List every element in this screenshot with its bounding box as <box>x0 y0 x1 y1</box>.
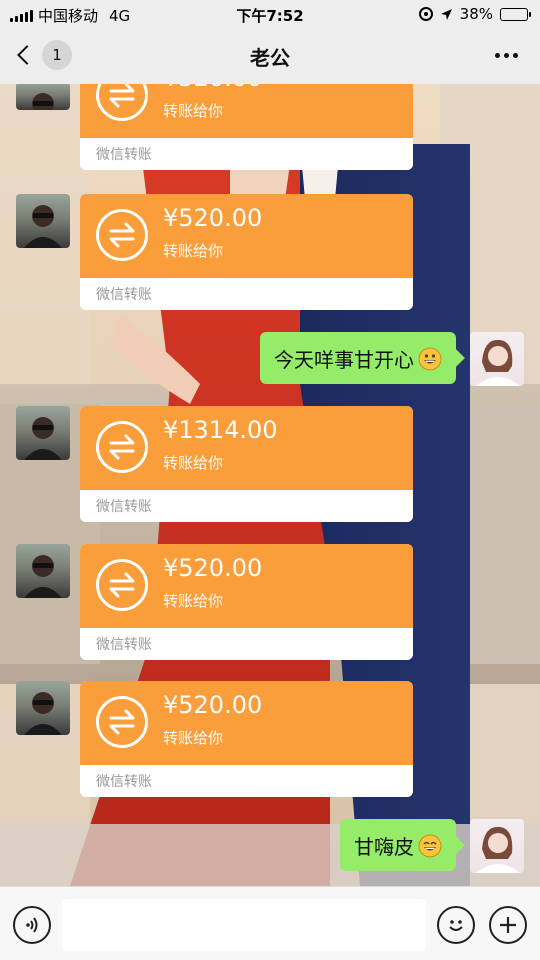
transfer-amount: ¥520.00 <box>163 84 262 92</box>
transfer-card[interactable]: ¥520.00 转账给你 微信转账 <box>80 194 413 310</box>
transfer-icon <box>96 84 148 121</box>
more-functions-button[interactable] <box>489 906 527 944</box>
transfer-description: 转账给你 <box>163 592 224 610</box>
transfer-icon <box>96 421 148 473</box>
person-icon <box>24 555 62 598</box>
transfer-description: 转账给你 <box>163 102 224 120</box>
grinning-face-icon <box>418 347 442 371</box>
battery-percent: 38% <box>459 5 493 23</box>
transfer-card-top: ¥520.00 转账给你 <box>80 681 413 765</box>
transfer-card-bottom: 微信转账 <box>80 490 413 522</box>
transfer-label: 微信转账 <box>96 774 152 790</box>
chat-area[interactable]: ¥520.00 转账给你 微信转账 ¥520.00 转账给你 微信转账 今天咩事… <box>0 84 540 886</box>
nav-bar: 1 老公 <box>0 28 540 84</box>
transfer-label: 微信转账 <box>96 637 152 653</box>
transfer-card-top: ¥520.00 转账给你 <box>80 544 413 628</box>
transfer-card-bottom: 微信转账 <box>80 278 413 310</box>
transfer-card-bottom: 微信转账 <box>80 628 413 660</box>
transfer-card-bottom: 微信转账 <box>80 138 413 170</box>
dot-icon <box>513 53 518 58</box>
transfer-icon <box>96 559 148 611</box>
person-icon <box>24 205 62 248</box>
contact-avatar[interactable] <box>16 544 70 598</box>
transfer-description: 转账给你 <box>163 729 224 747</box>
dot-icon <box>504 53 509 58</box>
smiley-icon <box>449 920 463 931</box>
battery-icon <box>500 7 531 21</box>
transfer-card[interactable]: ¥520.00 转账给你 微信转账 <box>80 544 413 660</box>
transfer-card[interactable]: ¥520.00 转账给你 微信转账 <box>80 84 413 170</box>
transfer-label: 微信转账 <box>96 287 152 303</box>
contact-avatar[interactable] <box>16 84 70 110</box>
person-icon <box>32 93 54 110</box>
location-arrow-icon <box>440 8 452 20</box>
transfer-icon <box>96 209 148 261</box>
my-avatar[interactable] <box>470 819 524 873</box>
message-text: 今天咩事甘开心 <box>274 348 414 372</box>
transfer-card-top: ¥520.00 转账给你 <box>80 194 413 278</box>
grinning-face-icon <box>418 834 442 858</box>
transfer-description: 转账给你 <box>163 454 224 472</box>
transfer-amount: ¥520.00 <box>163 554 263 582</box>
transfer-card-top: ¥1314.00 转账给你 <box>80 406 413 490</box>
outgoing-message-bubble[interactable]: 甘嗨皮 <box>340 819 456 871</box>
outgoing-message-bubble[interactable]: 今天咩事甘开心 <box>260 332 456 384</box>
person-icon <box>476 826 520 873</box>
contact-avatar[interactable] <box>16 194 70 248</box>
transfer-icon <box>96 696 148 748</box>
person-icon <box>24 692 62 735</box>
emoji-button[interactable] <box>437 906 475 944</box>
transfer-label: 微信转账 <box>96 147 152 163</box>
transfer-amount: ¥520.00 <box>163 691 263 719</box>
message-text: 甘嗨皮 <box>354 835 414 859</box>
message-input[interactable] <box>62 899 426 951</box>
voice-input-button[interactable] <box>13 906 51 944</box>
transfer-amount: ¥1314.00 <box>163 416 278 444</box>
contact-avatar[interactable] <box>16 406 70 460</box>
person-icon <box>476 339 520 386</box>
plus-icon <box>500 917 516 933</box>
transfer-card-top: ¥520.00 转账给你 <box>80 84 413 138</box>
contact-avatar[interactable] <box>16 681 70 735</box>
my-avatar[interactable] <box>470 332 524 386</box>
dot-icon <box>495 53 500 58</box>
person-icon <box>24 417 62 460</box>
transfer-description: 转账给你 <box>163 242 224 260</box>
transfer-card-bottom: 微信转账 <box>80 765 413 797</box>
more-options-button[interactable] <box>495 53 518 58</box>
transfer-label: 微信转账 <box>96 499 152 515</box>
input-bar <box>0 886 540 960</box>
status-right: 38% <box>418 5 531 23</box>
chat-title: 老公 <box>250 46 290 70</box>
orientation-lock-icon <box>418 7 433 21</box>
transfer-card[interactable]: ¥1314.00 转账给你 微信转账 <box>80 406 413 522</box>
voice-wave-icon <box>26 917 38 933</box>
transfer-card[interactable]: ¥520.00 转账给你 微信转账 <box>80 681 413 797</box>
transfer-amount: ¥520.00 <box>163 204 263 232</box>
status-bar: 中国移动 4G 下午7:52 38% <box>0 0 540 28</box>
